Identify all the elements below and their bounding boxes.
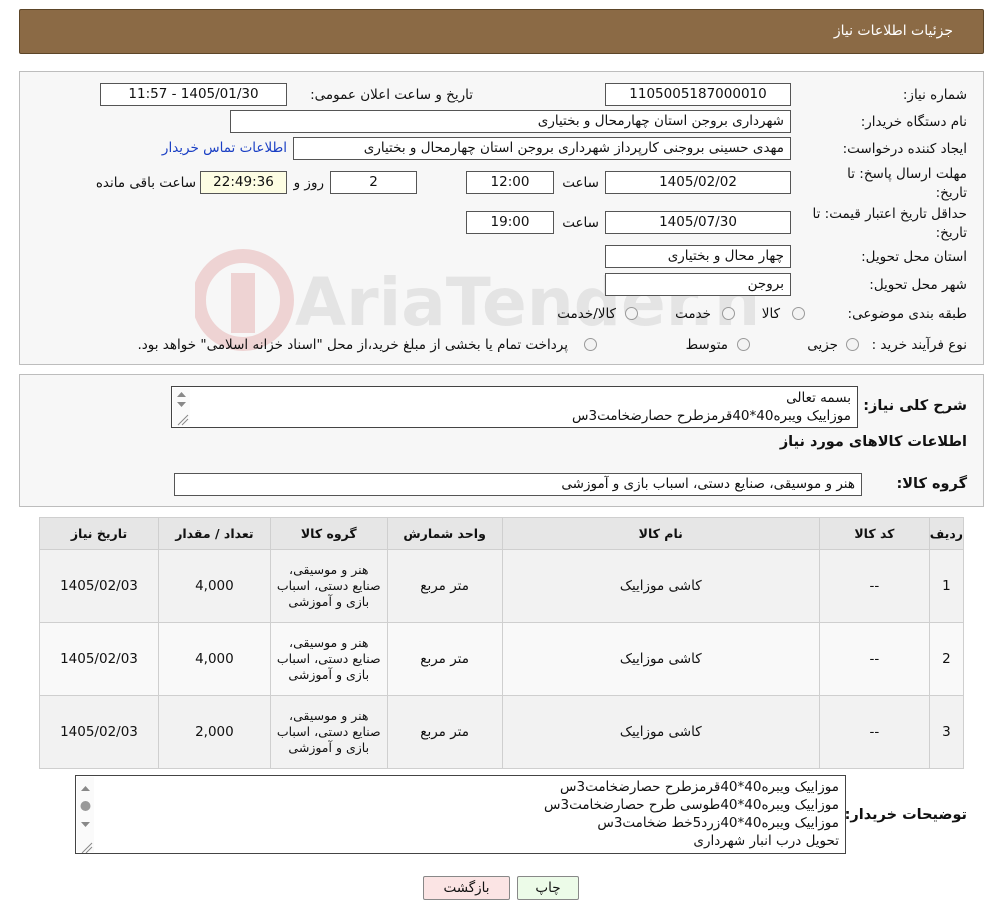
cell-group: هنر و موسیقی، صنایع دستی، اسباب بازی و آ… [269, 695, 388, 769]
cell-group: هنر و موسیقی، صنایع دستی، اسباب بازی و آ… [269, 549, 388, 623]
purchase-note: پرداخت تمام یا بخشی از مبلغ خرید،از محل … [137, 337, 568, 353]
reply-deadline-label: مهلت ارسال پاسخ: تا تاریخ: [847, 166, 967, 201]
purchase-treasury-radio[interactable] [584, 338, 597, 351]
group-label: گروه کالا: [896, 476, 967, 492]
table-row: 2 -- کاشی موزاییک متر مربع هنر و موسیقی،… [39, 622, 965, 696]
summary-line-2: موزاییک ویبره40*40قرمزطرح حصارضخامت3س [571, 408, 851, 424]
buyer-notes-line-1: موزاییک ویبره40*40قرمزطرح حصارضخامت3س [559, 779, 839, 795]
price-time-field: 19:00 [466, 211, 554, 234]
buyer-notes-line-2: موزاییک ویبره40*40طوسی طرح حصارضخامت3س [543, 797, 839, 813]
cell-code: -- [818, 695, 930, 769]
reply-time-field: 12:00 [466, 171, 554, 194]
buyer-notes-line-4: تحویل درب انبار شهرداری [693, 833, 839, 849]
buyer-org-label: نام دستگاه خریدار: [860, 114, 967, 130]
category-both-label: کالا/خدمت [557, 306, 616, 322]
reply-time-label: ساعت [562, 175, 599, 191]
cell-date: 1405/02/03 [39, 622, 159, 696]
summary-line-1: بسمه تعالی [786, 390, 851, 406]
cell-name: کاشی موزاییک [501, 622, 820, 696]
purchase-medium-radio[interactable] [737, 338, 750, 351]
back-button[interactable]: بازگشت [423, 876, 510, 900]
page-title: جزئیات اطلاعات نیاز [833, 23, 953, 39]
buyer-notes-line-3: موزاییک ویبره40*40زرد5خط ضخامت3س [597, 815, 839, 831]
buyer-notes-textarea[interactable]: موزاییک ویبره40*40قرمزطرح حصارضخامت3س مو… [75, 775, 846, 854]
purchase-type-label: نوع فرآیند خرید : [871, 337, 967, 353]
cell-code: -- [818, 549, 930, 623]
cell-name: کاشی موزاییک [501, 695, 820, 769]
th-date: تاریخ نیاز [39, 517, 159, 550]
remaining-time-label: ساعت باقی مانده [95, 175, 196, 191]
price-validity-label: حداقل تاریخ اعتبار قیمت: تا تاریخ: [812, 206, 967, 241]
cell-unit: متر مربع [386, 549, 503, 623]
province-label: استان محل تحویل: [861, 249, 967, 265]
th-qty: تعداد / مقدار [157, 517, 271, 550]
scroll-up-icon [81, 786, 90, 791]
purchase-minor-label: جزیی [807, 337, 838, 353]
cell-date: 1405/02/03 [39, 549, 159, 623]
category-both-radio[interactable] [625, 307, 638, 320]
need-number-label: شماره نیاز: [902, 87, 967, 103]
category-service-label: خدمت [675, 306, 711, 322]
price-time-label: ساعت [562, 215, 599, 231]
group-field: هنر و موسیقی، صنایع دستی، اسباب بازی و آ… [174, 473, 862, 496]
city-field: بروجن [605, 273, 791, 296]
th-unit: واحد شمارش [386, 517, 503, 550]
buyer-org-field: شهرداری بروجن استان چهارمحال و بختیاری [230, 110, 791, 133]
table-row: 3 -- کاشی موزاییک متر مربع هنر و موسیقی،… [39, 695, 965, 769]
cell-group: هنر و موسیقی، صنایع دستی، اسباب بازی و آ… [269, 622, 388, 696]
buyer-notes-scrollbar[interactable] [77, 777, 94, 853]
summary-scrollbar[interactable] [173, 388, 190, 426]
announce-datetime-field: 1405/01/30 - 11:57 [100, 83, 287, 106]
cell-code: -- [818, 622, 930, 696]
remaining-time-field: 22:49:36 [200, 171, 287, 194]
city-label: شهر محل تحویل: [869, 277, 967, 293]
days-label: روز و [293, 175, 324, 191]
summary-textarea[interactable]: بسمه تعالی موزاییک ویبره40*40قرمزطرح حصا… [171, 386, 858, 428]
announce-label: تاریخ و ساعت اعلان عمومی: [310, 87, 473, 103]
cell-qty: 2,000 [157, 695, 271, 769]
creator-field: مهدی حسینی بروجنی کارپرداز شهرداری بروجن… [293, 137, 791, 160]
summary-label: شرح کلی نیاز: [863, 398, 967, 414]
goods-info-title: اطلاعات کالاهای مورد نیاز [779, 434, 967, 450]
category-goods-label: کالا [761, 306, 780, 322]
scroll-down-icon [81, 822, 90, 827]
cell-date: 1405/02/03 [39, 695, 159, 769]
days-field: 2 [330, 171, 417, 194]
cell-qty: 4,000 [157, 622, 271, 696]
th-row: ردیف [928, 517, 965, 550]
category-service-radio[interactable] [722, 307, 735, 320]
province-field: چهار محال و بختیاری [605, 245, 791, 268]
scroll-up-icon [177, 392, 186, 397]
purchase-medium-label: متوسط [685, 337, 728, 353]
scroll-thumb-icon [80, 801, 91, 811]
page-header: جزئیات اطلاعات نیاز [19, 9, 984, 54]
buyer-notes-label: توضیحات خریدار: [844, 807, 967, 823]
th-name: نام کالا [501, 517, 820, 550]
print-button[interactable]: چاپ [517, 876, 579, 900]
cell-unit: متر مربع [386, 695, 503, 769]
th-code: کد کالا [818, 517, 930, 550]
need-number-field: 1105005187000010 [605, 83, 791, 106]
creator-label: ایجاد کننده درخواست: [842, 141, 967, 157]
items-table: ردیف کد کالا نام کالا واحد شمارش گروه کا… [39, 517, 965, 769]
price-date-field: 1405/07/30 [605, 211, 791, 234]
purchase-minor-radio[interactable] [846, 338, 859, 351]
cell-row: 1 [928, 549, 965, 623]
category-label: طبقه بندی موضوعی: [847, 306, 967, 322]
cell-unit: متر مربع [386, 622, 503, 696]
th-group: گروه کالا [269, 517, 388, 550]
category-goods-radio[interactable] [792, 307, 805, 320]
cell-qty: 4,000 [157, 549, 271, 623]
cell-name: کاشی موزاییک [501, 549, 820, 623]
buyer-contact-link[interactable]: اطلاعات تماس خریدار [162, 140, 287, 156]
table-header-row: ردیف کد کالا نام کالا واحد شمارش گروه کا… [39, 517, 965, 550]
reply-date-field: 1405/02/02 [605, 171, 791, 194]
cell-row: 3 [928, 695, 965, 769]
table-row: 1 -- کاشی موزاییک متر مربع هنر و موسیقی،… [39, 549, 965, 623]
scroll-down-icon [177, 402, 186, 407]
cell-row: 2 [928, 622, 965, 696]
